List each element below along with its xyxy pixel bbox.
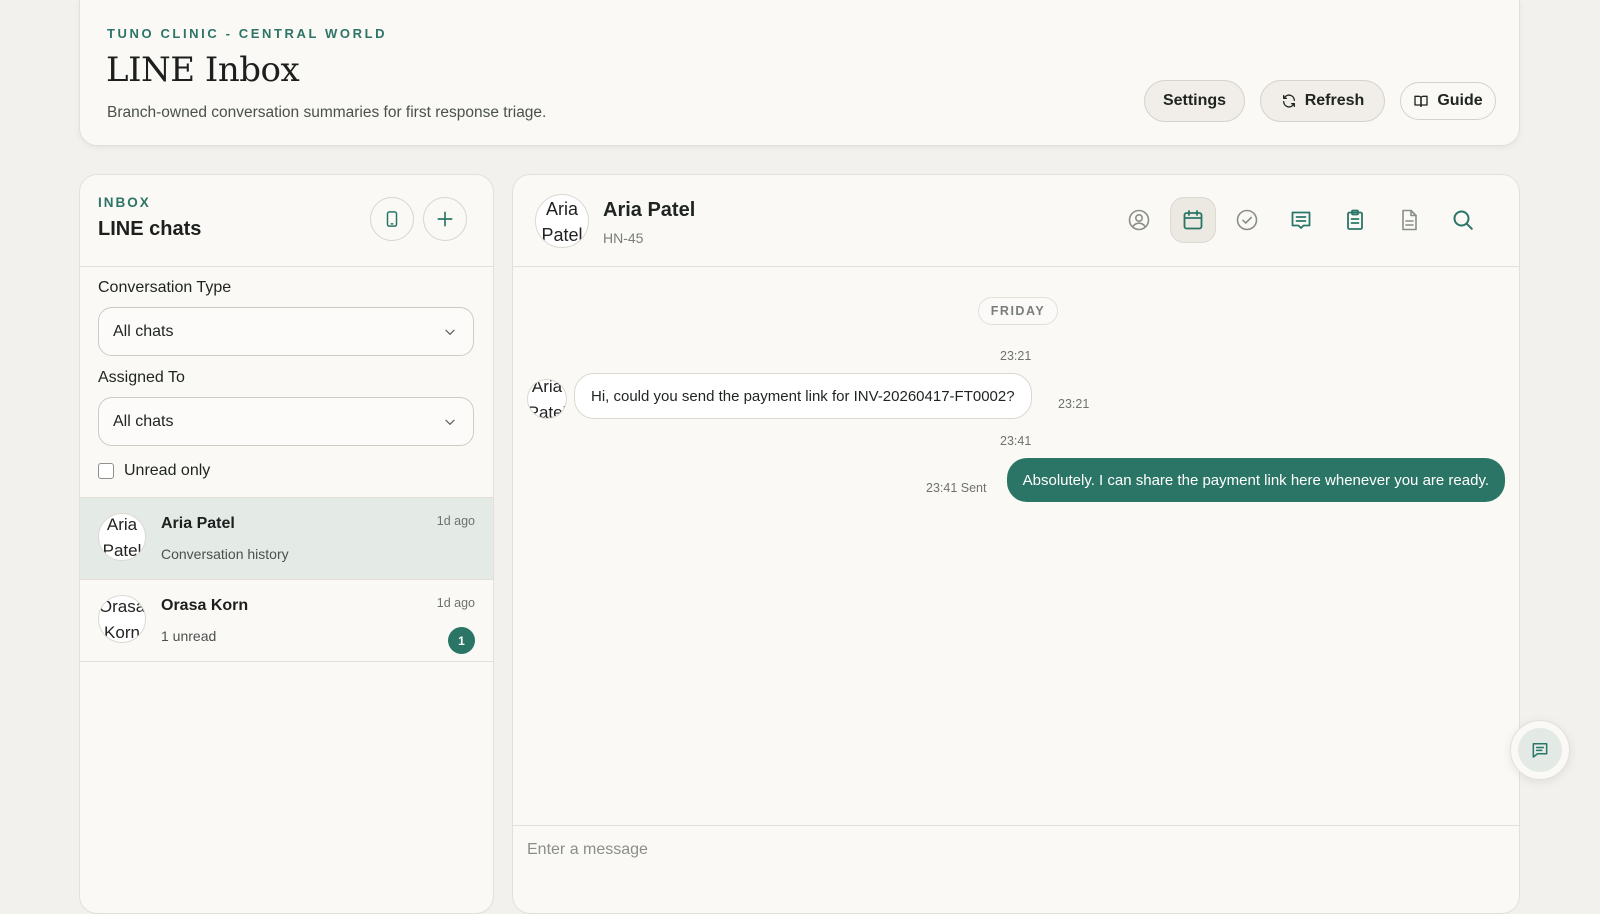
guide-button[interactable]: Guide — [1400, 82, 1496, 120]
chat-list-item-aria-patel[interactable]: Aria Patel Aria Patel Conversation histo… — [80, 498, 493, 580]
phone-icon — [383, 210, 401, 228]
check-circle-icon — [1235, 208, 1259, 232]
chat-list-title: LINE chats — [98, 218, 202, 240]
clinic-branch-label: TUNO CLINIC - CENTRAL WORLD — [107, 26, 388, 41]
conversation-panel: Aria Patel Aria Patel HN-45 FRIDAY 23:21… — [512, 174, 1520, 914]
sender-avatar: Aria Patel — [527, 379, 567, 419]
chat-preview: Conversation history — [161, 546, 289, 562]
inbox-label: INBOX — [98, 195, 151, 210]
avatar: Orasa Korn — [98, 595, 146, 643]
appointment-button[interactable] — [1170, 197, 1216, 243]
chat-timestamp: 1d ago — [436, 514, 475, 528]
unread-only-label: Unread only — [124, 462, 211, 479]
plus-icon — [435, 209, 455, 229]
refresh-icon — [1281, 93, 1297, 109]
search-button[interactable] — [1440, 197, 1486, 243]
chat-preview: 1 unread — [161, 628, 217, 644]
chat-support-button-inner — [1518, 728, 1562, 772]
settings-button[interactable]: Settings — [1144, 80, 1245, 122]
assigned-to-label: Assigned To — [98, 369, 185, 386]
conversation-type-label: Conversation Type — [98, 279, 232, 296]
chat-bubble-icon — [1530, 740, 1550, 760]
book-icon — [1413, 93, 1429, 109]
mobile-view-button[interactable] — [370, 197, 414, 241]
calendar-icon — [1181, 208, 1205, 232]
page-title: LINE Inbox — [106, 50, 300, 90]
message-lines-icon — [1289, 208, 1313, 232]
message-side-timestamp: 23:21 — [1058, 397, 1090, 411]
divider — [80, 266, 493, 267]
chat-list-item-orasa-korn[interactable]: Orasa Korn Orasa Korn 1 unread 1d ago 1 — [80, 580, 493, 662]
document-icon — [1397, 208, 1421, 232]
assigned-to-value: All chats — [113, 412, 174, 430]
clipboard-button[interactable] — [1332, 197, 1378, 243]
message-input[interactable] — [527, 838, 1427, 862]
message-timestamp: 23:41 — [1000, 434, 1032, 448]
refresh-button-label: Refresh — [1304, 92, 1365, 109]
chat-list-panel: INBOX LINE chats Conversation Type All c… — [79, 174, 494, 914]
chevron-down-icon — [443, 415, 457, 429]
avatar: Aria Patel — [98, 513, 146, 561]
unread-only-checkbox[interactable] — [98, 463, 114, 479]
conversation-type-value: All chats — [113, 322, 174, 340]
page-subtitle: Branch-owned conversation summaries for … — [107, 104, 547, 121]
chevron-down-icon — [443, 325, 457, 339]
unread-count-badge: 1 — [448, 627, 475, 654]
unread-only-filter[interactable]: Unread only — [98, 462, 210, 480]
chat-name: Aria Patel — [161, 515, 235, 532]
refresh-button[interactable]: Refresh — [1260, 80, 1385, 122]
message-thread[interactable]: FRIDAY 23:21 Aria Patel Hi, could you se… — [513, 266, 1519, 826]
contact-avatar: Aria Patel — [535, 194, 589, 248]
chat-support-button[interactable] — [1510, 720, 1570, 780]
settings-button-label: Settings — [1162, 92, 1227, 109]
resolve-button[interactable] — [1224, 197, 1270, 243]
conversation-type-select[interactable]: All chats — [98, 307, 474, 356]
notes-button[interactable] — [1278, 197, 1324, 243]
contact-hn: HN-45 — [603, 230, 644, 246]
chat-list: Aria Patel Aria Patel Conversation histo… — [80, 497, 493, 662]
profile-icon — [1127, 208, 1151, 232]
profile-button[interactable] — [1116, 197, 1162, 243]
message-timestamp: 23:21 — [1000, 349, 1032, 363]
contact-name: Aria Patel — [603, 199, 696, 221]
conversation-header: Aria Patel Aria Patel HN-45 — [513, 175, 1519, 267]
new-chat-button[interactable] — [423, 197, 467, 241]
chat-timestamp: 1d ago — [436, 596, 475, 610]
guide-button-label: Guide — [1437, 92, 1483, 109]
assigned-to-select[interactable]: All chats — [98, 397, 474, 446]
document-button[interactable] — [1386, 197, 1432, 243]
outgoing-message-bubble: Absolutely. I can share the payment link… — [1006, 458, 1505, 502]
search-icon — [1451, 208, 1475, 232]
chat-name: Orasa Korn — [161, 597, 249, 614]
incoming-message-bubble: Hi, could you send the payment link for … — [574, 373, 1032, 419]
page-header: TUNO CLINIC - CENTRAL WORLD LINE Inbox B… — [79, 0, 1520, 146]
message-sent-status: 23:41 Sent — [926, 481, 987, 495]
clipboard-icon — [1343, 208, 1367, 232]
day-separator: FRIDAY — [978, 297, 1058, 325]
